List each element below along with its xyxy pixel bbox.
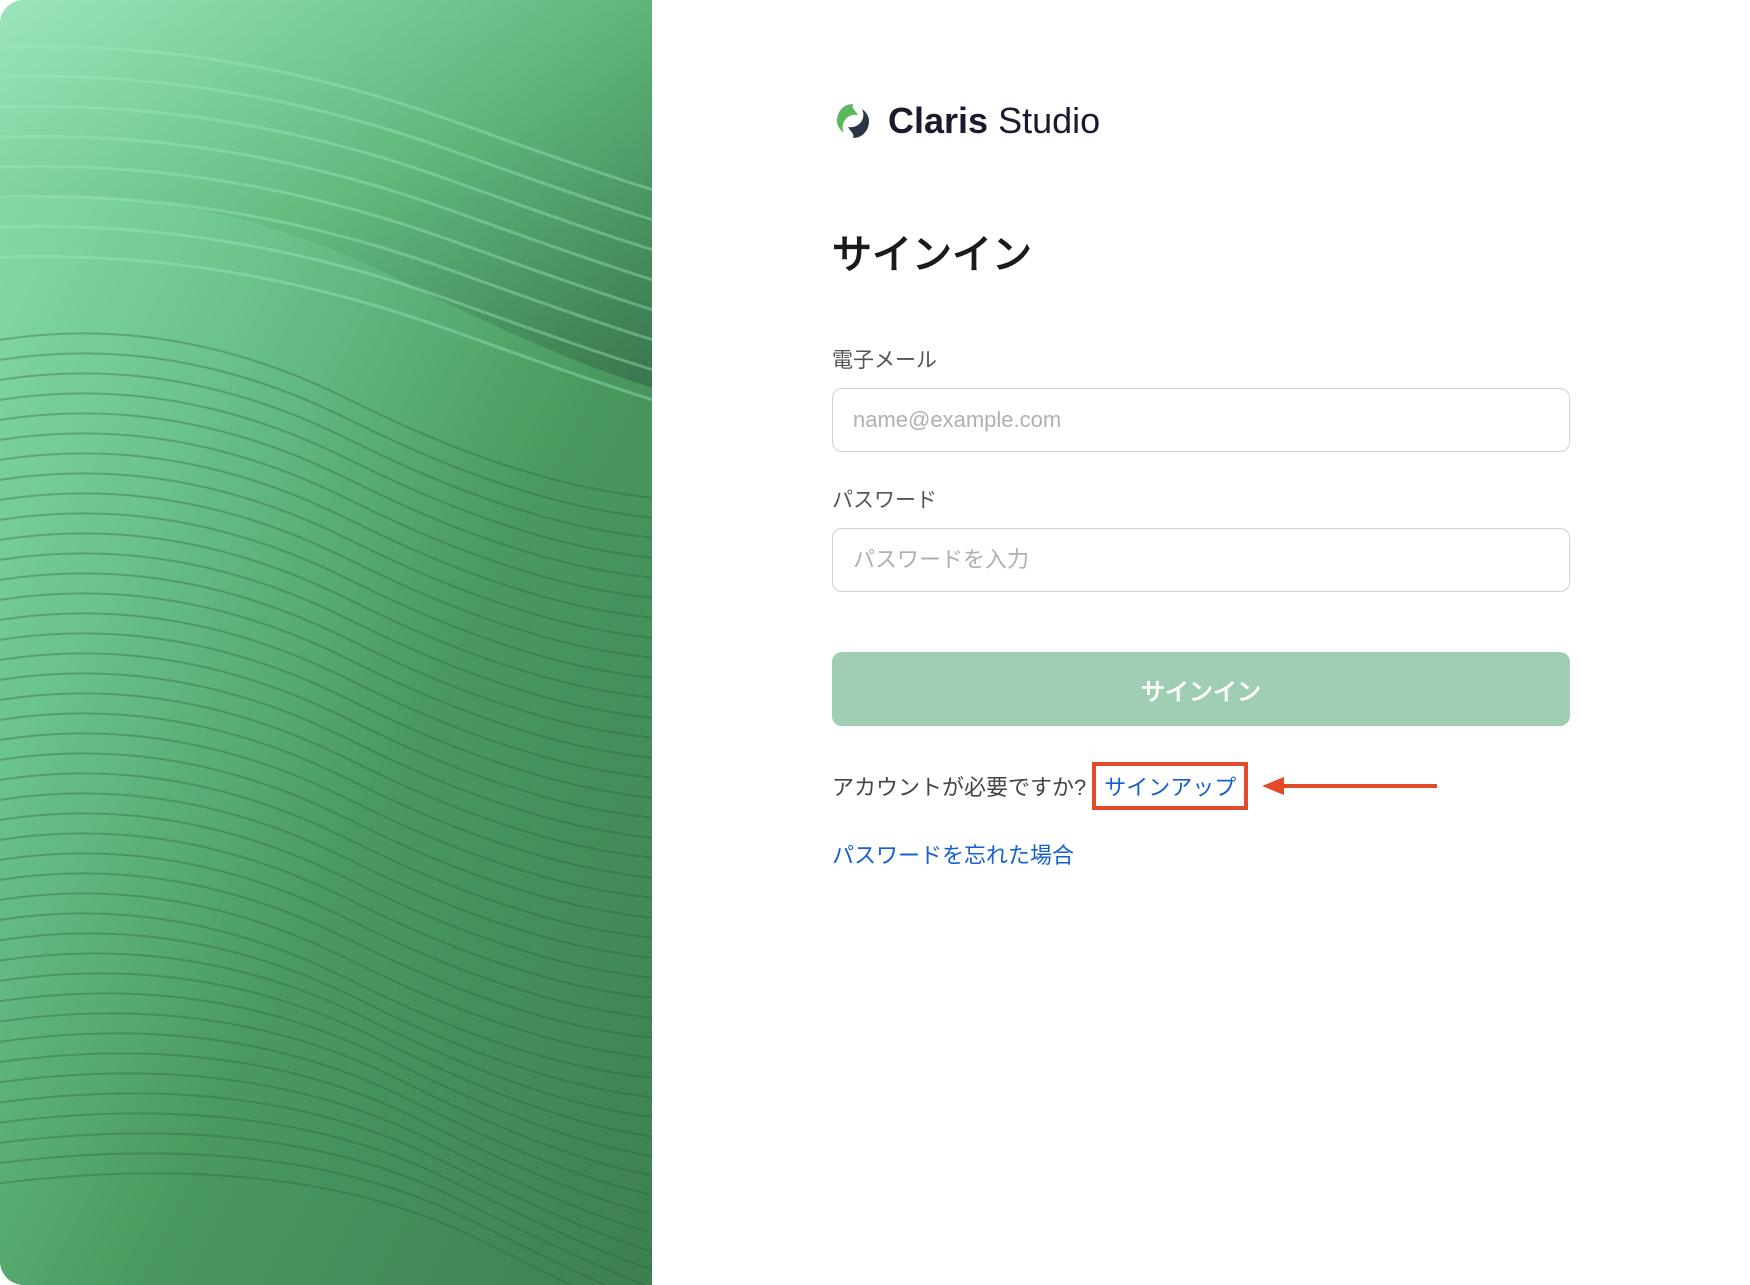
signup-highlight-box: サインアップ: [1092, 762, 1248, 810]
login-container: Claris Studio サインイン 電子メール パスワード サインイン アカ…: [0, 0, 1750, 1285]
brand-name-bold: Claris: [888, 100, 988, 141]
signup-link[interactable]: サインアップ: [1104, 775, 1236, 800]
decorative-panel: [0, 0, 652, 1285]
signin-button[interactable]: サインイン: [832, 652, 1570, 726]
claris-logo-icon: [832, 100, 874, 142]
brand-name: Claris Studio: [888, 100, 1100, 142]
arrow-annotation-icon: [1262, 771, 1442, 801]
email-label: 電子メール: [832, 344, 1570, 374]
login-form-panel: Claris Studio サインイン 電子メール パスワード サインイン アカ…: [652, 0, 1750, 1285]
forgot-password-link[interactable]: パスワードを忘れた場合: [832, 843, 1074, 868]
forgot-password-row: パスワードを忘れた場合: [832, 838, 1570, 870]
signup-prompt-row: アカウントが必要ですか? サインアップ: [832, 762, 1570, 810]
password-label: パスワード: [832, 484, 1570, 514]
brand-name-light: Studio: [988, 100, 1100, 141]
brand-logo: Claris Studio: [832, 100, 1570, 142]
email-input[interactable]: [832, 388, 1570, 452]
password-field-group: パスワード: [832, 484, 1570, 592]
password-input[interactable]: [832, 528, 1570, 592]
need-account-text: アカウントが必要ですか?: [832, 770, 1086, 802]
leaf-texture-image: [0, 0, 652, 1285]
page-title: サインイン: [832, 222, 1570, 280]
email-field-group: 電子メール: [832, 344, 1570, 452]
